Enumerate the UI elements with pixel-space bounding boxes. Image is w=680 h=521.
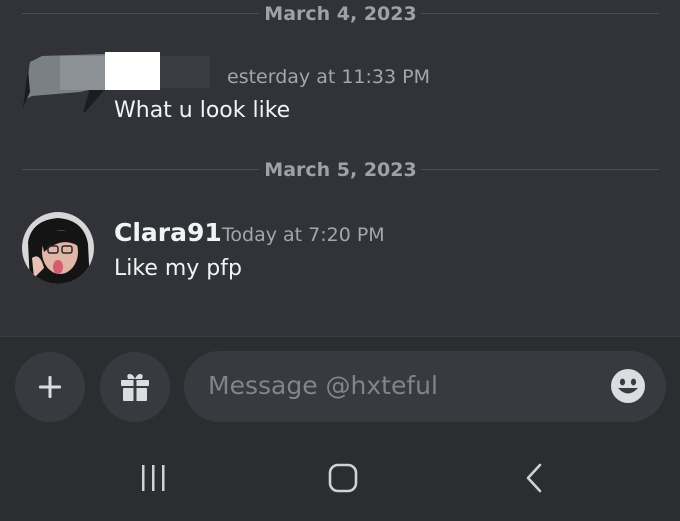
home-icon	[328, 463, 358, 493]
add-attachment-button[interactable]	[15, 352, 85, 422]
date-divider-label: March 5, 2023	[264, 159, 417, 181]
message-timestamp: esterday at 11:33 PM	[227, 66, 430, 88]
back-icon	[526, 463, 542, 493]
gift-icon	[121, 374, 149, 401]
date-divider: March 5, 2023	[22, 160, 659, 180]
date-divider-label: March 4, 2023	[264, 3, 417, 25]
avatar-photo	[22, 212, 94, 284]
divider-line	[421, 169, 659, 170]
back-button[interactable]	[504, 456, 564, 500]
message-item[interactable]: Clara91 Today at 7:20 PM Like my pfp	[0, 212, 680, 292]
emoji-icon[interactable]	[610, 368, 646, 404]
gift-button[interactable]	[100, 352, 170, 422]
message-input-placeholder: Message @hxteful	[208, 371, 438, 400]
system-navigation-bar	[0, 436, 680, 521]
message-author[interactable]: Clara91	[114, 218, 222, 247]
message-text: What u look like	[114, 98, 291, 123]
recent-apps-button[interactable]	[123, 456, 183, 500]
message-input[interactable]: Message @hxteful	[184, 351, 666, 422]
message-item[interactable]: esterday at 11:33 PM What u look like	[0, 48, 680, 128]
recent-apps-icon	[142, 465, 165, 491]
date-divider: March 4, 2023	[22, 4, 659, 24]
home-button[interactable]	[313, 456, 373, 500]
message-timestamp: Today at 7:20 PM	[222, 224, 385, 246]
avatar[interactable]	[22, 212, 94, 284]
plus-icon	[39, 376, 61, 398]
discord-dm-screen: March 4, 2023 esterday at 11:33 PM What …	[0, 0, 680, 521]
message-text: Like my pfp	[114, 256, 242, 281]
divider-line	[421, 13, 659, 14]
